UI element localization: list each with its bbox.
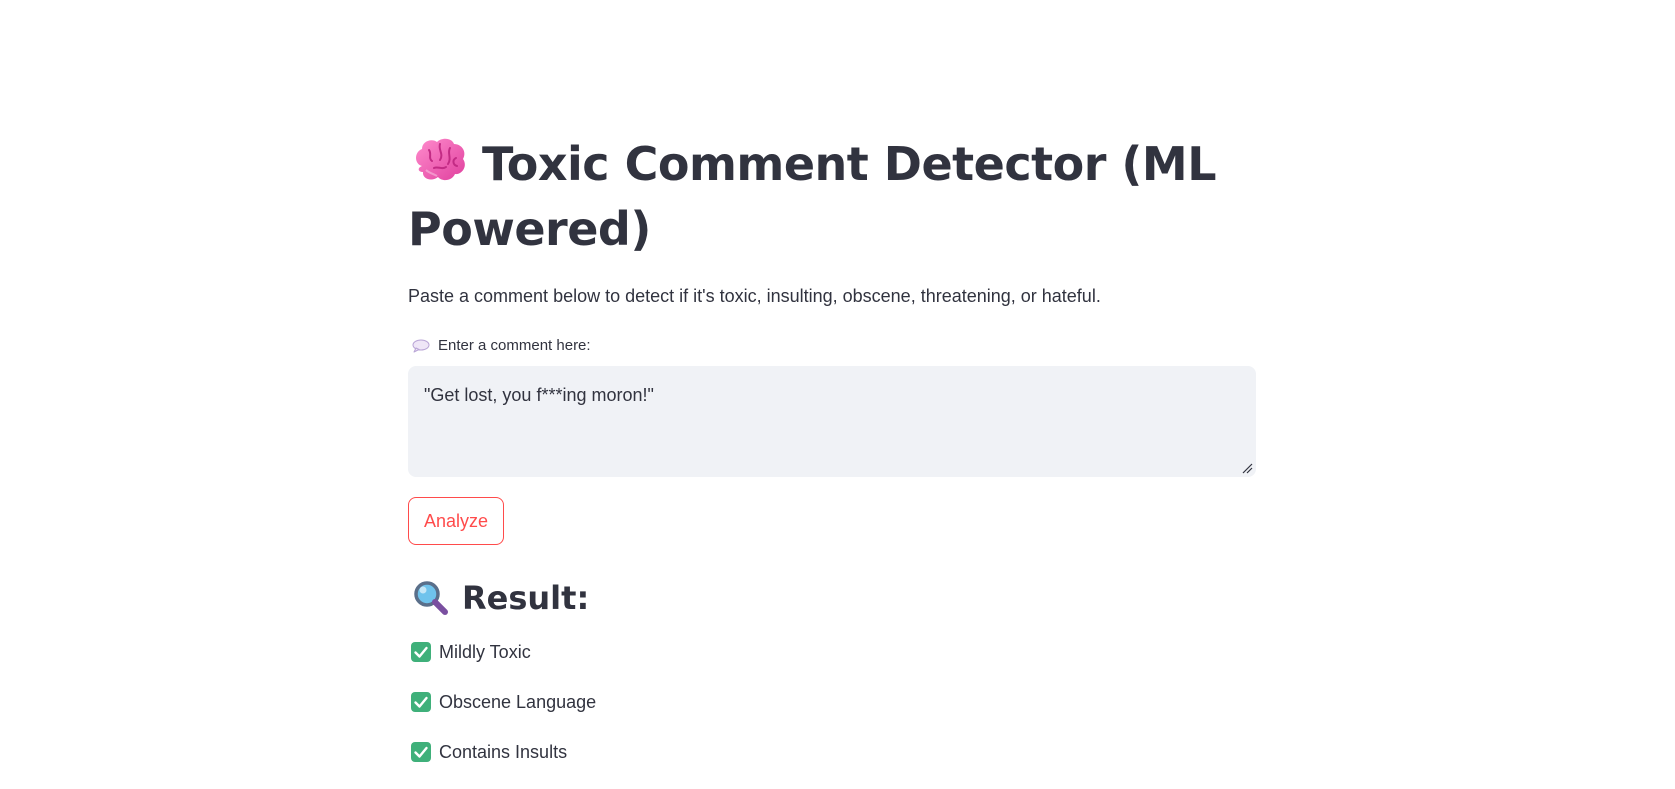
comment-field-label: Enter a comment here: — [408, 336, 591, 356]
check-mark-icon — [411, 642, 431, 662]
comment-input[interactable]: "Get lost, you f***ing moron!" — [424, 382, 1240, 461]
result-heading-text: Result: — [462, 579, 590, 617]
comment-field-label-text: Enter a comment here: — [438, 337, 591, 354]
page-title: Toxic Comment Detector (ML Powered) — [408, 132, 1256, 262]
resize-handle-icon[interactable] — [1241, 462, 1253, 474]
brain-icon — [416, 138, 465, 181]
result-item-mildly-toxic: Mildly Toxic — [408, 638, 531, 666]
result-item-label: Obscene Language — [439, 692, 597, 712]
result-item-label: Contains Insults — [439, 742, 568, 762]
comment-input-container: "Get lost, you f***ing moron!" — [408, 366, 1256, 477]
result-item-label: Mildly Toxic — [439, 642, 531, 662]
check-mark-icon — [411, 692, 431, 712]
subtitle: Paste a comment below to detect if it's … — [408, 286, 1101, 306]
result-heading: Result: — [408, 574, 589, 622]
check-mark-icon — [411, 742, 431, 762]
result-item-contains-insults: Contains Insults — [408, 738, 567, 766]
page-title-text: Toxic Comment Detector (ML Powered) — [408, 137, 1217, 256]
analyze-button[interactable]: Analyze — [408, 497, 505, 545]
speech-balloon-icon — [412, 339, 430, 353]
result-item-obscene-language: Obscene Language — [408, 688, 596, 716]
magnifying-glass-icon — [414, 581, 448, 615]
